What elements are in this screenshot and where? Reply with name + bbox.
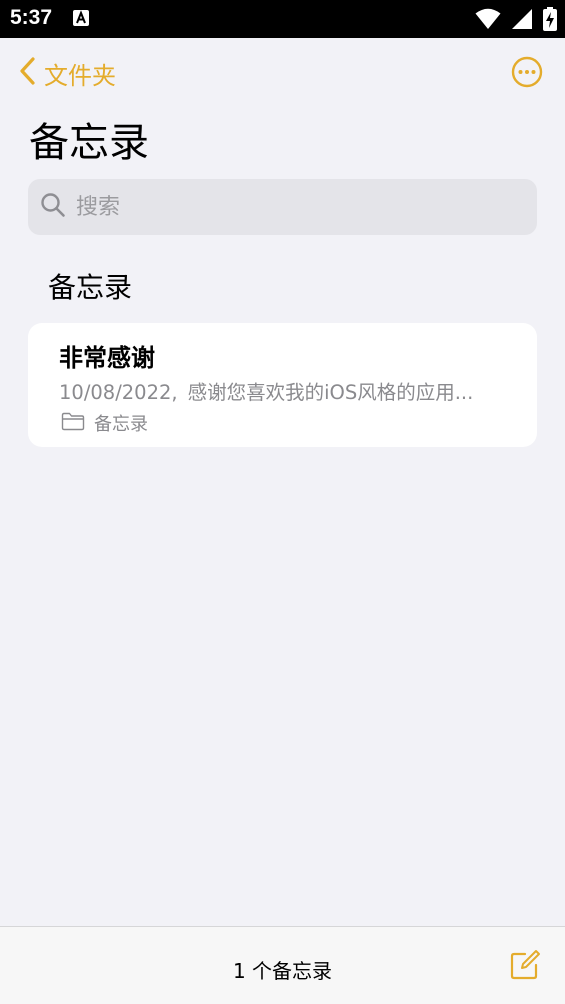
compose-button[interactable] — [509, 949, 541, 981]
ellipsis-circle-icon — [511, 56, 543, 92]
search-input[interactable] — [76, 194, 496, 220]
wifi-icon — [475, 8, 501, 34]
battery-charging-icon — [543, 7, 557, 35]
search-bar[interactable] — [28, 179, 537, 235]
note-folder: 备忘录 — [61, 410, 148, 436]
status-bar: 5:37 — [0, 0, 565, 38]
cellular-signal-icon — [511, 8, 533, 34]
back-button-label: 文件夹 — [44, 61, 116, 90]
compose-icon — [509, 950, 541, 985]
page-title: 备忘录 — [29, 120, 149, 166]
note-meta: 10/08/2022, 感谢您喜欢我的iOS风格的应用... — [59, 376, 519, 405]
note-date: 10/08/2022, — [59, 381, 178, 404]
back-button[interactable]: 文件夹 — [18, 55, 116, 91]
note-folder-label: 备忘录 — [94, 414, 148, 435]
section-header: 备忘录 — [48, 271, 133, 304]
bottom-toolbar: 1 个备忘录 — [0, 926, 565, 1004]
status-time: 5:37 — [10, 6, 53, 29]
note-list-item[interactable]: 非常感谢 10/08/2022, 感谢您喜欢我的iOS风格的应用... 备忘录 — [28, 323, 537, 447]
note-count: 1 个备忘录 — [232, 959, 333, 983]
chevron-left-icon — [18, 56, 36, 90]
search-icon — [40, 192, 66, 222]
note-preview: 感谢您喜欢我的iOS风格的应用... — [187, 381, 474, 404]
more-options-button[interactable] — [511, 56, 543, 88]
note-title: 非常感谢 — [59, 344, 155, 372]
text-a-icon — [73, 10, 89, 30]
folder-icon — [61, 412, 85, 435]
